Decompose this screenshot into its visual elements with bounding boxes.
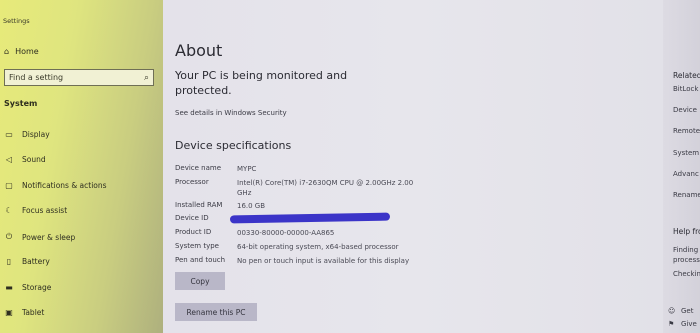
monitor-icon: ▭ xyxy=(5,130,13,139)
monitor-status-text: Your PC is being monitored and protected… xyxy=(175,69,348,97)
sidebar: Settings ⌂ Home Find a setting ⌕ System … xyxy=(0,0,163,333)
related-link-device-manager[interactable]: Device xyxy=(673,106,697,114)
spec-value: 64-bit operating system, x64-based proce… xyxy=(237,243,399,251)
related-link-bitlocker[interactable]: BitLock xyxy=(673,85,698,93)
spec-label: Pen and touch xyxy=(175,256,226,264)
spec-value: Intel(R) Core(TM) i7-2630QM CPU @ 2.00GH… xyxy=(237,179,414,197)
search-input[interactable]: Find a setting ⌕ xyxy=(4,69,154,86)
spec-value: No pen or touch input is available for t… xyxy=(237,257,410,265)
spec-value: MYPC xyxy=(237,165,257,173)
spec-label: Installed RAM xyxy=(175,201,223,209)
sidebar-item-label: Tablet xyxy=(22,308,45,317)
related-link-advanced-settings[interactable]: Advanc xyxy=(673,170,699,178)
home-icon: ⌂ xyxy=(4,47,10,56)
related-link-rename[interactable]: Rename xyxy=(673,191,700,199)
sidebar-item-storage[interactable]: ▬ Storage xyxy=(4,283,51,292)
sidebar-item-display[interactable]: ▭ Display xyxy=(4,130,50,139)
page-title: About xyxy=(175,41,223,60)
help-link-process[interactable]: process xyxy=(673,256,700,264)
sidebar-item-notifications[interactable]: ▢ Notifications & actions xyxy=(4,181,107,190)
spec-label: Processor xyxy=(175,178,209,186)
spec-label: Device ID xyxy=(175,214,209,222)
spec-row-pen-touch: Pen and touch No pen or touch input is a… xyxy=(175,256,457,266)
power-icon: ⏻ xyxy=(5,232,13,241)
sidebar-item-label: Battery xyxy=(22,257,50,266)
get-help-icon: ☺ xyxy=(668,307,676,315)
sidebar-item-label: Notifications & actions xyxy=(22,181,107,190)
related-link-system-protection[interactable]: System xyxy=(673,149,699,157)
sidebar-item-label: Sound xyxy=(22,155,46,164)
sidebar-item-label: Display xyxy=(22,130,50,139)
spec-row-installed-ram: Installed RAM 16.0 GB xyxy=(175,201,417,211)
sidebar-item-sound[interactable]: ◁ Sound xyxy=(4,155,46,164)
spec-label: System type xyxy=(175,242,219,250)
spec-row-product-id: Product ID 00330-80000-00000-AA865 xyxy=(175,228,417,238)
battery-icon: ▯ xyxy=(6,257,12,266)
storage-icon: ▬ xyxy=(5,283,13,292)
sidebar-item-label: Power & sleep xyxy=(22,232,76,242)
moon-icon: ☾ xyxy=(5,206,13,215)
home-label: Home xyxy=(15,47,39,56)
spec-value: 16.0 GB xyxy=(237,202,266,210)
spec-row-processor: Processor Intel(R) Core(TM) i7-2630QM CP… xyxy=(175,178,417,198)
spec-value: 00330-80000-00000-AA865 xyxy=(237,229,335,237)
search-input-text: Find a setting xyxy=(9,73,64,82)
help-heading: Help fro xyxy=(673,227,700,236)
app-title: Settings xyxy=(3,17,30,25)
sidebar-item-home[interactable]: ⌂ Home xyxy=(4,47,39,56)
sidebar-item-power-sleep[interactable]: ⏻ Power & sleep xyxy=(4,232,75,242)
tablet-icon: ▣ xyxy=(5,308,13,317)
notification-icon: ▢ xyxy=(5,181,13,190)
speaker-icon: ◁ xyxy=(5,155,13,164)
sidebar-item-battery[interactable]: ▯ Battery xyxy=(4,257,50,266)
help-link-checking[interactable]: Checkin xyxy=(673,270,700,278)
sidebar-item-label: Storage xyxy=(22,283,52,292)
section-label-system: System xyxy=(4,99,38,108)
feedback-icon: ⚑ xyxy=(668,320,675,328)
security-details-link[interactable]: See details in Windows Security xyxy=(175,109,287,117)
related-settings-heading: Related xyxy=(673,71,700,80)
sidebar-item-label: Focus assist xyxy=(22,206,68,215)
spec-label: Device name xyxy=(175,164,222,172)
spec-row-device-name: Device name MYPC xyxy=(175,164,417,174)
rename-pc-button[interactable]: Rename this PC xyxy=(175,303,257,321)
help-link-finding[interactable]: Finding xyxy=(673,246,698,254)
spec-row-system-type: System type 64-bit operating system, x64… xyxy=(175,242,417,252)
get-help-link[interactable]: Get xyxy=(681,307,693,315)
related-settings-panel: Related BitLock Device Remote System Adv… xyxy=(663,0,700,333)
device-specifications-heading: Device specifications xyxy=(175,139,292,152)
sidebar-item-tablet[interactable]: ▣ Tablet xyxy=(4,308,44,317)
give-feedback-link[interactable]: Give xyxy=(681,320,697,328)
search-icon: ⌕ xyxy=(143,72,149,83)
spec-label: Product ID xyxy=(175,228,212,236)
main-content: About Your PC is being monitored and pro… xyxy=(163,0,663,333)
sidebar-item-focus-assist[interactable]: ☾ Focus assist xyxy=(4,206,67,215)
related-link-remote-desktop[interactable]: Remote xyxy=(673,127,700,135)
copy-button[interactable]: Copy xyxy=(175,272,225,290)
